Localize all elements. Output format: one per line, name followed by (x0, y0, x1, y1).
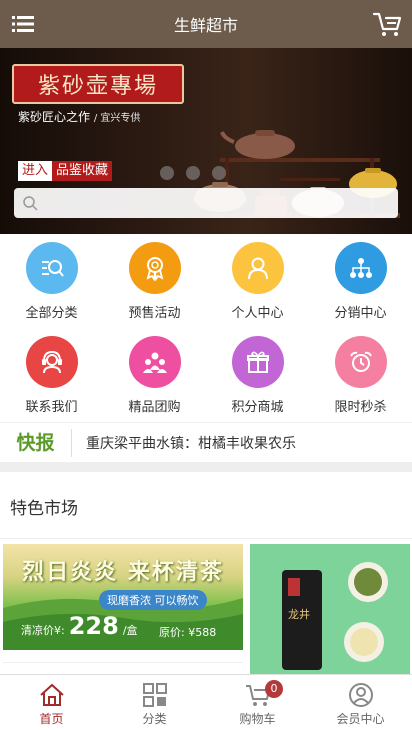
nav-item-contact[interactable]: 联系我们 (0, 328, 103, 422)
search-bar[interactable] (14, 188, 398, 218)
carousel-dot[interactable] (186, 166, 200, 180)
grid-icon (142, 683, 167, 707)
award-icon (128, 242, 181, 294)
nav-item-presale[interactable]: 预售活动 (103, 234, 206, 328)
news-tag: 快报 (0, 428, 72, 457)
banner-subtitle-small: / 宜兴专供 (93, 113, 141, 124)
promo-banner[interactable]: 紫砂壶專場 紫砂匠心之作 / 宜兴专供 进入 品鉴收藏 (0, 48, 412, 234)
section-divider (0, 462, 412, 472)
nav-item-personal-center[interactable]: 个人中心 (206, 234, 309, 328)
banner-subtitle-main: 紫砂匠心之作 (18, 110, 91, 124)
banner-title: 紫砂壶專場 (12, 64, 184, 104)
bottom-tab-bar: 首页 分类 0 购物车 会员中心 (0, 674, 412, 730)
tab-label: 购物车 (239, 712, 276, 726)
nav-item-distribution[interactable]: 分销中心 (309, 234, 412, 328)
banner-cta[interactable]: 进入 品鉴收藏 (18, 161, 113, 181)
promo-pill: 现磨香浓 可以畅饮 (99, 590, 207, 610)
news-ticker[interactable]: 快报 重庆梁平曲水镇：柑橘丰收果农乐 (0, 422, 412, 462)
banner-cta-collect[interactable]: 品鉴收藏 (52, 161, 113, 181)
cart-icon[interactable] (372, 10, 402, 38)
carousel-dot[interactable] (160, 166, 174, 180)
app-header: 生鲜超市 (0, 0, 412, 48)
card-divider (3, 662, 243, 663)
nav-item-group-buy[interactable]: 精品团购 (103, 328, 206, 422)
news-headline[interactable]: 重庆梁平曲水镇：柑橘丰收果农乐 (86, 433, 296, 453)
headset-icon (25, 336, 78, 388)
nav-label: 积分商城 (231, 400, 284, 415)
search-list-icon (25, 242, 78, 294)
nav-item-points-mall[interactable]: 积分商城 (206, 328, 309, 422)
nav-label: 联系我们 (25, 400, 78, 415)
original-price: 原价: ¥588 (159, 626, 217, 639)
nav-label: 全部分类 (25, 306, 78, 321)
price-label: 清凉价¥: (21, 624, 65, 637)
group-icon (128, 336, 181, 388)
tab-label: 分类 (142, 712, 167, 726)
banner-cta-enter[interactable]: 进入 (18, 161, 53, 181)
section-title: 特色市场 (10, 499, 78, 519)
promo-price: 清凉价¥: 228 /盒 (21, 612, 138, 640)
price-value: 228 (68, 612, 119, 640)
tab-label: 首页 (39, 712, 64, 726)
promo-card-longjing[interactable]: 龙井 (250, 544, 410, 674)
gift-icon (231, 336, 284, 388)
page-title: 生鲜超市 (173, 16, 238, 35)
member-icon (348, 683, 373, 707)
nav-item-flash-sale[interactable]: 限时秒杀 (309, 328, 412, 422)
carousel-dot[interactable] (212, 166, 226, 180)
tab-home[interactable]: 首页 (0, 675, 103, 730)
nav-label: 限时秒杀 (334, 400, 387, 415)
network-icon (334, 242, 387, 294)
nav-label: 分销中心 (334, 306, 387, 321)
nav-label: 个人中心 (231, 306, 284, 321)
tea-can-image (282, 562, 388, 670)
home-icon (39, 683, 64, 706)
promo-card-tea[interactable]: 烈日炎炎 来杯清茶 现磨香浓 可以畅饮 清凉价¥: 228 /盒 原价: ¥58… (3, 544, 243, 650)
search-icon (23, 196, 38, 211)
tab-label: 会员中心 (336, 712, 385, 726)
nav-item-all-categories[interactable]: 全部分类 (0, 234, 103, 328)
tab-categories[interactable]: 分类 (103, 675, 206, 730)
user-icon (231, 242, 284, 294)
price-unit: /盒 (122, 624, 138, 637)
nav-icon-grid: 全部分类 预售活动 个人中心 分销中心 联系我们 精品团购 积分商城 限时秒杀 (0, 234, 412, 422)
search-input[interactable] (44, 188, 384, 218)
carousel-dots (160, 166, 226, 180)
tab-member-center[interactable]: 会员中心 (309, 675, 412, 730)
menu-icon[interactable] (12, 13, 34, 35)
tea-can-label: 龙井 (288, 608, 310, 621)
tab-cart[interactable]: 0 购物车 (206, 675, 309, 730)
promo-headline: 烈日炎炎 来杯清茶 (22, 559, 224, 585)
nav-label: 精品团购 (128, 400, 181, 415)
section-line (0, 538, 412, 539)
banner-subtitle: 紫砂匠心之作 / 宜兴专供 (18, 108, 140, 125)
nav-label: 预售活动 (128, 306, 181, 321)
alarm-clock-icon (334, 336, 387, 388)
cart-badge: 0 (265, 680, 283, 698)
